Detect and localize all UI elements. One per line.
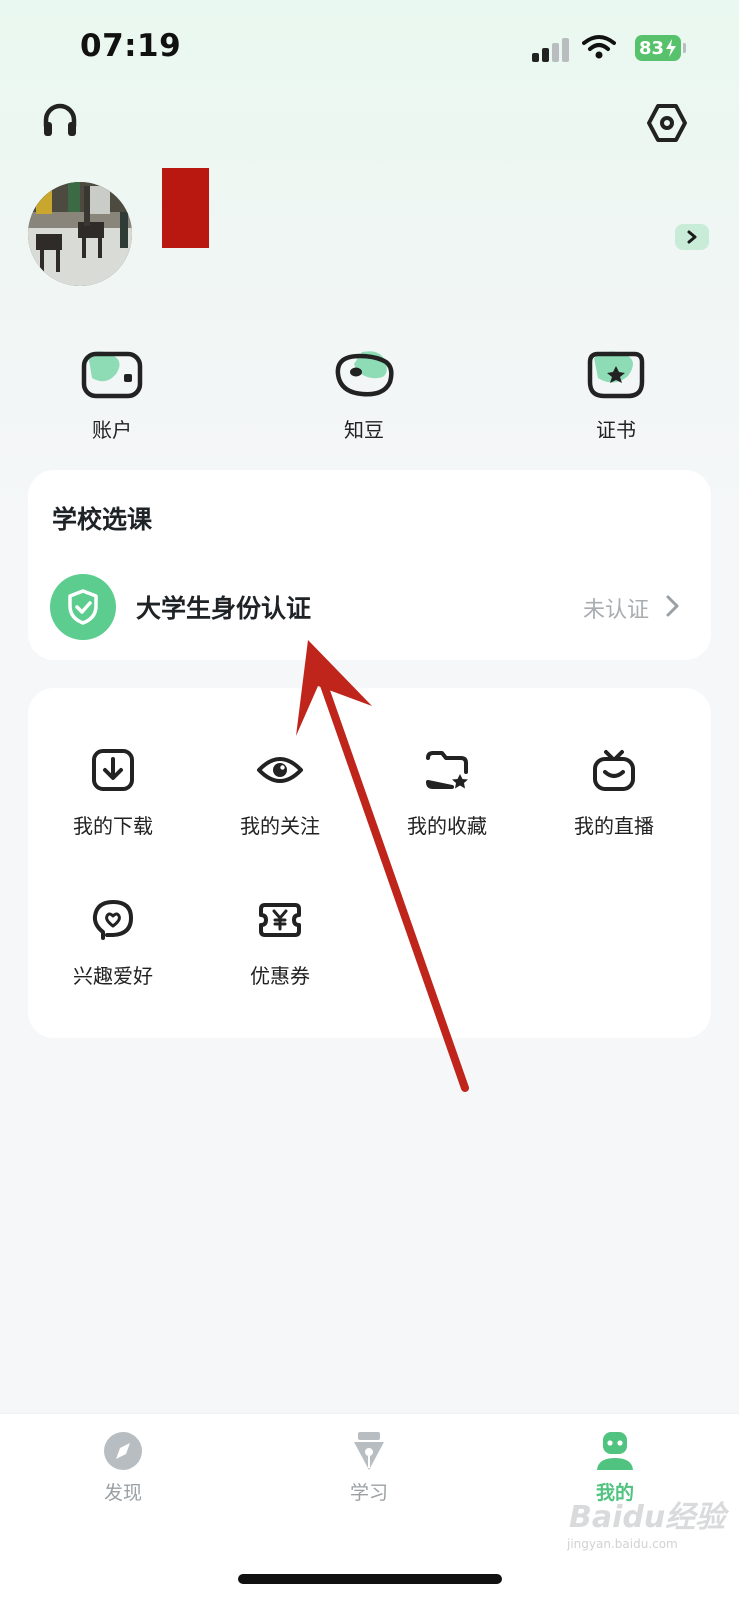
- shield-check-icon: [68, 589, 98, 625]
- verification-status: 未认证: [583, 598, 650, 623]
- cellular-signal-icon: [532, 38, 569, 62]
- shield-check-badge: [50, 574, 116, 640]
- service-downloads[interactable]: 我的下载: [43, 748, 183, 839]
- username-redaction: [162, 168, 209, 248]
- service-interests[interactable]: 兴趣爱好: [43, 898, 183, 989]
- tab-discover[interactable]: 发现: [68, 1430, 178, 1505]
- coupon-icon: [259, 903, 301, 937]
- quick-action-certificate[interactable]: 证书: [556, 348, 676, 443]
- quick-action-label: 知豆: [344, 418, 384, 442]
- service-label: 优惠券: [250, 964, 310, 988]
- quick-action-account[interactable]: 账户: [52, 348, 172, 443]
- battery-indicator: 83: [635, 35, 681, 61]
- quick-action-beans[interactable]: 知豆: [304, 348, 424, 443]
- profile-more-button[interactable]: [675, 224, 709, 250]
- interest-heart-icon: [92, 900, 133, 940]
- tab-label: 学习: [349, 1482, 388, 1504]
- folder-star-icon: [426, 751, 468, 789]
- service-label: 兴趣爱好: [73, 964, 153, 988]
- bean-icon: [335, 351, 394, 397]
- chevron-right-icon: [666, 595, 679, 617]
- certificate-icon: [587, 351, 645, 399]
- service-label: 我的收藏: [407, 814, 487, 838]
- service-coupons[interactable]: 优惠券: [210, 898, 350, 989]
- service-label: 我的直播: [574, 814, 654, 838]
- watermark-brand: Baidu经验: [569, 1500, 726, 1535]
- service-favorites[interactable]: 我的收藏: [377, 748, 517, 839]
- robot-user-icon: [597, 1432, 633, 1470]
- service-label: 我的关注: [240, 814, 320, 838]
- status-time: 07:19: [80, 28, 182, 64]
- chevron-right-icon: [687, 230, 697, 244]
- eye-icon: [257, 757, 303, 783]
- wallet-icon: [81, 351, 143, 399]
- compass-icon: [104, 1432, 142, 1470]
- avatar[interactable]: [28, 182, 132, 286]
- watermark-url: jingyan.baidu.com: [567, 1537, 678, 1551]
- quick-action-label: 账户: [92, 418, 132, 442]
- service-label: 我的下载: [73, 814, 153, 838]
- quick-action-label: 证书: [596, 418, 636, 442]
- charging-bolt-icon: [666, 39, 677, 57]
- settings-hexagon-icon[interactable]: [645, 101, 689, 145]
- download-icon: [92, 749, 134, 791]
- tv-icon: [593, 750, 635, 791]
- wifi-icon: [582, 35, 616, 59]
- battery-tip: [683, 43, 686, 53]
- avatar-photo: [28, 182, 132, 286]
- pen-nib-icon: [354, 1432, 384, 1470]
- tab-label: 发现: [103, 1482, 142, 1504]
- tab-study[interactable]: 学习: [314, 1430, 424, 1505]
- service-live[interactable]: 我的直播: [544, 748, 684, 839]
- headset-icon[interactable]: [38, 100, 82, 144]
- battery-level: 83: [639, 37, 665, 59]
- service-following[interactable]: 我的关注: [210, 748, 350, 839]
- verification-label: 大学生身份认证: [136, 594, 312, 623]
- school-card-title: 学校选课: [52, 505, 153, 534]
- home-indicator[interactable]: [238, 1574, 502, 1584]
